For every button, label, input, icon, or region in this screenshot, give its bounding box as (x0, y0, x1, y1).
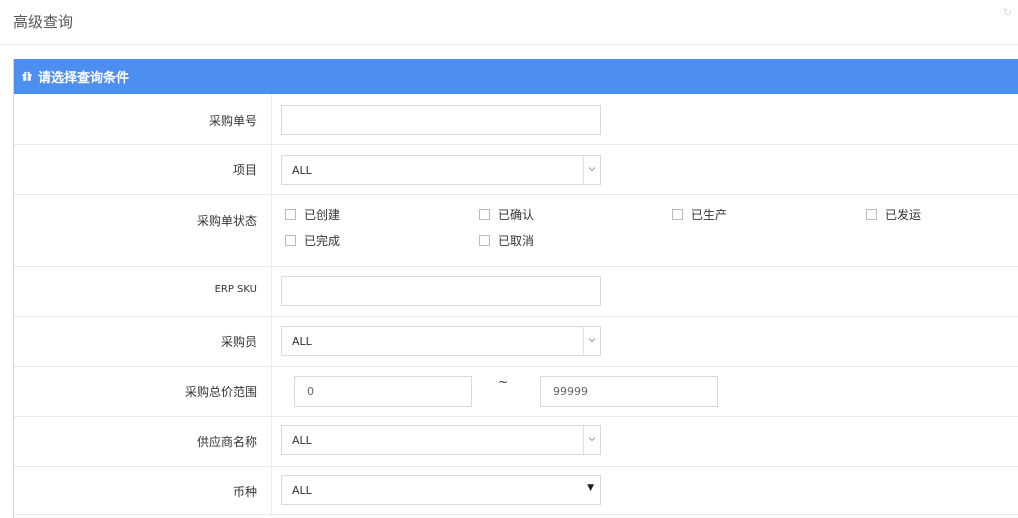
price-min-input[interactable] (294, 376, 472, 407)
row-project: 项目 ALL (14, 145, 1018, 195)
query-panel: 请选择查询条件 采购单号 项目 ALL 采购单状态 已创建 已确认 已生产 已发… (13, 59, 1018, 518)
checkbox-label: 已取消 (498, 234, 535, 248)
chevron-down-icon (588, 437, 596, 442)
status-checkbox-confirmed[interactable]: 已确认 (479, 206, 534, 223)
supplier-label: 供应商名称 (196, 435, 257, 449)
checkbox-label: 已发运 (885, 208, 922, 222)
checkbox[interactable] (479, 209, 490, 220)
supplier-select[interactable]: ALL (281, 425, 601, 455)
checkbox[interactable] (672, 209, 683, 220)
currency-label: 币种 (232, 485, 257, 499)
row-divider (271, 467, 272, 514)
gift-icon (22, 71, 32, 81)
row-divider (271, 267, 272, 316)
status-checkbox-produced[interactable]: 已生产 (672, 206, 727, 223)
buyer-select[interactable]: ALL (281, 326, 601, 356)
chevron-down-icon (588, 338, 596, 343)
chevron-down-icon (588, 167, 596, 172)
checkbox-label: 已生产 (691, 208, 728, 222)
row-divider (271, 195, 272, 266)
panel-heading: 请选择查询条件 (14, 59, 1018, 94)
row-divider (271, 367, 272, 416)
project-label: 项目 (232, 163, 257, 177)
row-buyer: 采购员 ALL (14, 317, 1018, 367)
range-separator: ~ (498, 375, 509, 389)
page-title: 高级查询 (13, 13, 74, 31)
purchase-no-input[interactable] (281, 105, 601, 135)
buyer-select-value: ALL (292, 335, 312, 348)
currency-select-value: ALL (292, 484, 312, 497)
select-separator (583, 426, 584, 454)
caret-down-icon: ▼ (587, 483, 594, 493)
row-divider (271, 317, 272, 366)
supplier-select-value: ALL (292, 434, 312, 447)
row-purchase-no: 采购单号 (14, 94, 1018, 145)
currency-select[interactable]: ALL ▼ (281, 475, 601, 505)
page-header: 高级查询 ↻ (0, 0, 1018, 45)
select-separator (583, 156, 584, 184)
row-erp-sku: ERP SKU (14, 267, 1018, 317)
panel-heading-label: 请选择查询条件 (38, 71, 130, 86)
row-price-range: 采购总价范围 ~ (14, 367, 1018, 417)
checkbox-label: 已创建 (304, 208, 341, 222)
price-max-input[interactable] (540, 376, 718, 407)
status-checkbox-shipped[interactable]: 已发运 (866, 206, 921, 223)
status-checkbox-completed[interactable]: 已完成 (285, 232, 340, 249)
row-divider (271, 94, 272, 144)
project-select[interactable]: ALL (281, 155, 601, 185)
row-currency: 币种 ALL ▼ (14, 467, 1018, 515)
checkbox[interactable] (866, 209, 877, 220)
checkbox-label: 已确认 (498, 208, 535, 222)
erp-sku-input[interactable] (281, 276, 601, 306)
status-label: 采购单状态 (196, 214, 257, 228)
status-checkbox-cancelled[interactable]: 已取消 (479, 232, 534, 249)
price-range-label: 采购总价范围 (184, 385, 257, 399)
refresh-icon[interactable]: ↻ (1003, 6, 1012, 19)
checkbox[interactable] (479, 235, 490, 246)
row-supplier: 供应商名称 ALL (14, 417, 1018, 467)
row-status: 采购单状态 已创建 已确认 已生产 已发运 已完成 已取消 (14, 195, 1018, 267)
row-divider (271, 145, 272, 194)
select-separator (583, 327, 584, 355)
project-select-value: ALL (292, 164, 312, 177)
checkbox[interactable] (285, 235, 296, 246)
erp-sku-label: ERP SKU (214, 284, 257, 295)
purchase-no-label: 采购单号 (208, 114, 257, 128)
checkbox[interactable] (285, 209, 296, 220)
buyer-label: 采购员 (220, 335, 257, 349)
checkbox-label: 已完成 (304, 234, 341, 248)
status-checkbox-created[interactable]: 已创建 (285, 206, 340, 223)
row-divider (271, 417, 272, 466)
